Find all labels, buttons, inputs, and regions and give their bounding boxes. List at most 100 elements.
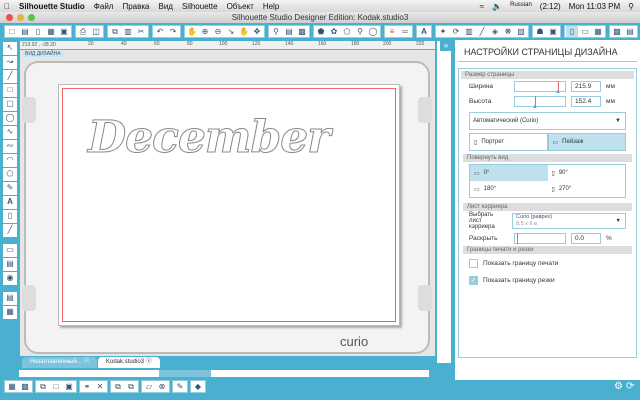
height-slider[interactable]: ▲ [514, 96, 566, 110]
settings-gear-icon[interactable]: ⚙ [614, 381, 623, 392]
cut-icon[interactable]: ✂ [135, 26, 147, 37]
show-print-border-checkbox[interactable] [469, 258, 478, 268]
line-color-icon[interactable]: ⚲ [354, 26, 366, 37]
rotate-icon[interactable]: ⊗ [156, 381, 168, 392]
collapse-panel-icon[interactable]: » [440, 41, 452, 51]
line-style-icon[interactable]: ≡ [386, 26, 398, 37]
layers-icon[interactable]: ▧ [515, 26, 527, 37]
design-view-icon[interactable]: ▭ [3, 244, 17, 257]
eraser-tool-icon[interactable]: ▯ [3, 210, 17, 223]
language-menu[interactable]: Russian [510, 2, 532, 11]
horizontal-scrollbar[interactable] [19, 370, 429, 377]
point-edit-icon[interactable]: ✎ [174, 381, 186, 392]
library-view-icon[interactable]: ▤ [3, 258, 17, 271]
rotate-180-button[interactable]: ▭ 180° [470, 181, 548, 197]
app-menu[interactable]: Silhouette Studio [19, 2, 85, 11]
trace-bottom-icon[interactable]: ◆ [192, 381, 204, 392]
paste-icon[interactable]: ▥ [122, 26, 134, 37]
close-button[interactable] [6, 14, 13, 21]
freehand-tool-icon[interactable]: ✎ [3, 182, 17, 195]
page-setup-panel-icon[interactable]: ▯ [566, 26, 578, 37]
send-panel-icon[interactable]: ▩ [611, 26, 623, 37]
wifi-icon[interactable]: ≈ [480, 2, 484, 11]
text-tool-icon[interactable]: A [3, 196, 17, 209]
cut-settings-icon[interactable]: ▭ [579, 26, 591, 37]
expand-slider[interactable] [514, 233, 566, 244]
menu-file[interactable]: Файл [94, 2, 114, 11]
design-text-december[interactable]: December [87, 112, 330, 164]
menu-object[interactable]: Объект [227, 2, 254, 11]
redo-icon[interactable]: ↷ [167, 26, 179, 37]
pattern-icon[interactable]: ⬠ [341, 26, 353, 37]
volume-icon[interactable]: 🔈 [492, 2, 502, 11]
close-tab-icon[interactable]: ⓧ [83, 359, 89, 365]
page-preset-dropdown[interactable]: Автоматический (Curio) ▼ [469, 112, 626, 130]
clock[interactable]: Mon 11:03 PM [569, 2, 620, 11]
fit-page-icon[interactable]: ✥ [251, 26, 263, 37]
copy-icon[interactable]: ⧉ [109, 26, 121, 37]
select-tool-icon[interactable]: ↖ [3, 42, 17, 55]
knife-icon[interactable]: ╱ [476, 26, 488, 37]
tab-untitled[interactable]: Незаглавленный... ⓧ [22, 357, 98, 368]
fill-color-icon[interactable]: ⬟ [315, 26, 327, 37]
refresh-icon[interactable]: ⟳ [626, 381, 634, 392]
registration-icon[interactable]: ▩ [296, 26, 308, 37]
store-view-icon[interactable]: ◉ [3, 272, 17, 285]
open-icon[interactable]: ▤ [19, 26, 31, 37]
print-icon[interactable]: ⎙ [77, 26, 89, 37]
ungroup-icon[interactable]: ▩ [19, 381, 31, 392]
minimize-button[interactable] [17, 14, 24, 21]
store-library-icon[interactable]: ☗ [534, 26, 546, 37]
align-icon[interactable]: ▱ [143, 381, 155, 392]
grid-icon[interactable]: ▤ [283, 26, 295, 37]
page-settings-icon[interactable]: ⚲ [270, 26, 282, 37]
ruler-view-icon[interactable]: ▦ [3, 306, 17, 319]
replicate-icon[interactable]: ⟳ [450, 26, 462, 37]
show-cut-border-checkbox[interactable]: ✓ [469, 275, 478, 285]
polygon-tool-icon[interactable]: ∿ [3, 126, 17, 139]
rectangle-tool-icon[interactable]: □ [3, 84, 17, 97]
spotlight-icon[interactable]: ⚲ [628, 2, 634, 11]
make-compound-icon[interactable]: ⧉ [37, 381, 49, 392]
width-input[interactable]: 215.9 [571, 81, 601, 92]
modify-icon[interactable]: ▥ [463, 26, 475, 37]
rotate-90-button[interactable]: ▯ 90° [548, 165, 626, 181]
shadow-icon[interactable]: ◯ [367, 26, 379, 37]
zoom-in-icon[interactable]: ⊕ [199, 26, 211, 37]
knife-tool-icon[interactable]: ╱ [3, 224, 17, 237]
pan-icon[interactable]: ✋ [186, 26, 198, 37]
release-compound-icon[interactable]: □ [50, 381, 62, 392]
zoom-button[interactable] [28, 14, 35, 21]
menu-silhouette[interactable]: Silhouette [182, 2, 218, 11]
settings-panel-icon[interactable]: ▤ [624, 26, 636, 37]
trace-icon[interactable]: ❋ [502, 26, 514, 37]
edit-points-icon[interactable]: ↝ [3, 56, 17, 69]
expand-input[interactable]: 0.0 [571, 233, 601, 244]
height-input[interactable]: 152.4 [571, 96, 601, 107]
rotate-0-button[interactable]: ▭ 0° [470, 165, 548, 181]
curve-tool-icon[interactable]: ∾ [3, 140, 17, 153]
grid-panel-icon[interactable]: ▦ [592, 26, 604, 37]
rounded-rect-tool-icon[interactable]: ▢ [3, 98, 17, 111]
battery-status[interactable]: (2:12) [540, 2, 561, 11]
duplicate-icon[interactable]: ⧉ [112, 381, 124, 392]
arc-tool-icon[interactable]: ◠ [3, 154, 17, 167]
menu-edit[interactable]: Правка [122, 2, 149, 11]
transform-icon[interactable]: ✦ [437, 26, 449, 37]
apple-icon[interactable]:  [4, 2, 10, 11]
send-view-icon[interactable]: ▤ [3, 292, 17, 305]
landscape-button[interactable]: ▭ Пейзаж [547, 133, 626, 151]
store-icon[interactable]: ▣ [58, 26, 70, 37]
polygon-shape-icon[interactable]: ⬠ [3, 168, 17, 181]
width-slider[interactable]: ▲ [514, 81, 566, 95]
library-icon[interactable]: ▯ [32, 26, 44, 37]
bring-front-icon[interactable]: ▣ [63, 381, 75, 392]
line-weight-icon[interactable]: ═ [399, 26, 411, 37]
offset-icon[interactable]: ◈ [489, 26, 501, 37]
menu-help[interactable]: Help [263, 2, 279, 11]
new-icon[interactable]: □ [6, 26, 18, 37]
tab-kodak[interactable]: Kodak.studio3 ⓧ [98, 357, 160, 368]
menu-view[interactable]: Вид [158, 2, 172, 11]
weld-icon[interactable]: ⚭ [81, 381, 93, 392]
send-icon[interactable]: ◫ [90, 26, 102, 37]
